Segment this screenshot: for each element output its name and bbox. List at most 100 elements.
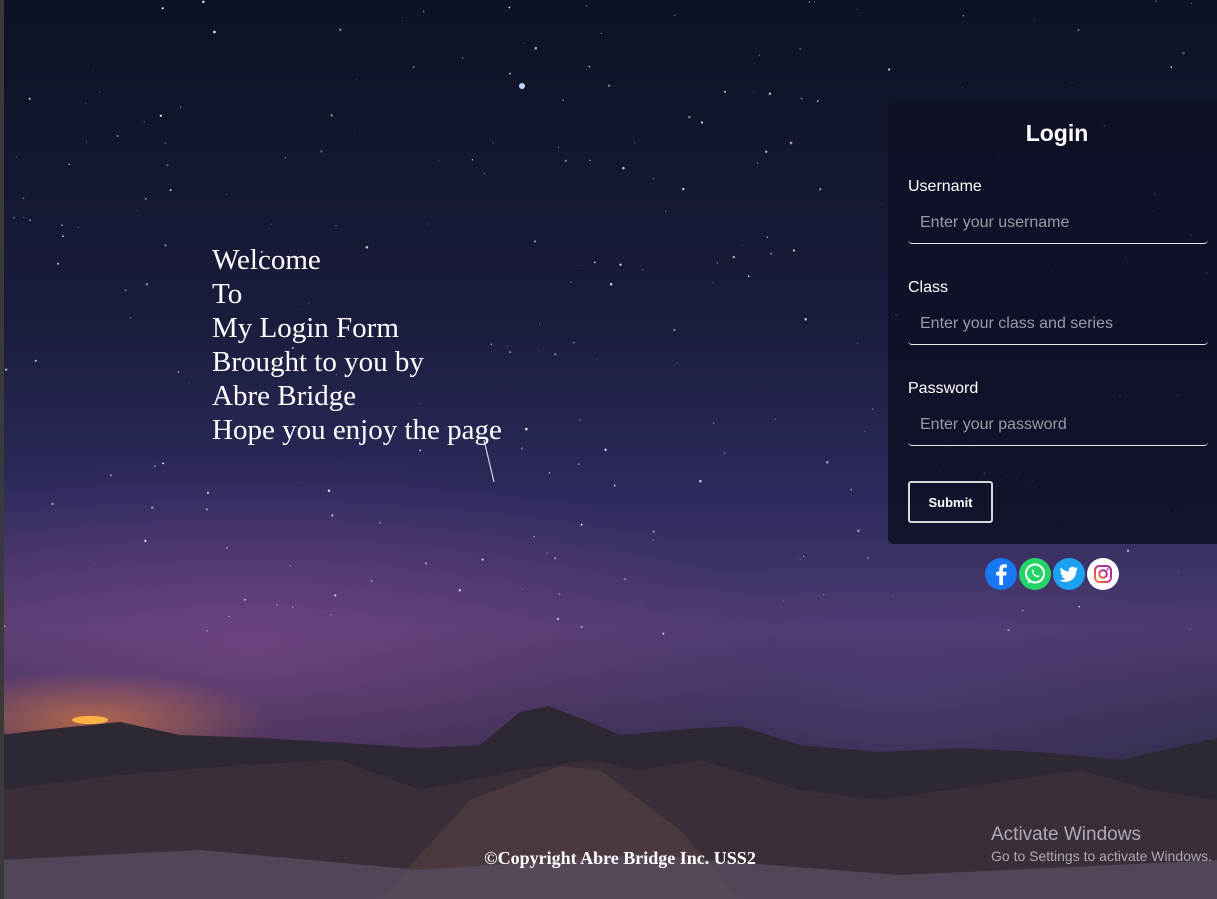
star [756, 162, 759, 164]
star [580, 523, 583, 526]
star [508, 6, 511, 9]
star [109, 474, 112, 477]
star [742, 245, 743, 247]
star [271, 223, 273, 225]
star [412, 66, 415, 69]
star [92, 69, 94, 71]
star [522, 588, 524, 590]
star [1078, 605, 1081, 608]
star [1021, 609, 1024, 612]
star [1071, 82, 1073, 84]
star [607, 84, 611, 87]
star [13, 216, 16, 219]
star [145, 282, 149, 286]
login-title: Login [1025, 120, 1089, 146]
star [419, 449, 422, 452]
star [712, 422, 715, 424]
star [292, 606, 294, 608]
star [800, 97, 803, 100]
welcome-message: Welcome To My Login Form Brought to you … [212, 243, 502, 447]
star [358, 638, 359, 640]
star [816, 100, 819, 103]
star [594, 261, 596, 264]
username-input[interactable] [908, 202, 1208, 244]
star [204, 23, 206, 25]
whatsapp-icon[interactable] [1019, 558, 1051, 590]
star [619, 263, 622, 266]
star [206, 491, 210, 495]
star [506, 346, 508, 348]
star [458, 589, 461, 592]
star [136, 209, 138, 211]
star [699, 479, 702, 483]
login-form: Login Username Class Password Submit [888, 100, 1217, 544]
star [819, 188, 822, 191]
star [370, 579, 373, 582]
star [423, 11, 425, 13]
star [580, 625, 583, 629]
instagram-icon[interactable] [1087, 558, 1119, 590]
welcome-line: Welcome [212, 244, 321, 276]
star [320, 150, 323, 153]
star [520, 447, 524, 450]
star [492, 142, 494, 144]
class-input[interactable] [908, 303, 1208, 345]
submit-button[interactable]: Submit [908, 481, 993, 523]
star [243, 598, 246, 601]
star [424, 562, 428, 565]
activate-windows-subtitle: Go to Settings to activate Windows. [991, 848, 1212, 864]
star [23, 217, 25, 219]
star [556, 617, 560, 621]
star [1188, 628, 1190, 631]
star [159, 114, 162, 117]
star [330, 114, 333, 117]
star [188, 382, 190, 384]
star [22, 197, 25, 200]
star [768, 92, 772, 95]
star [359, 131, 361, 132]
facebook-icon[interactable] [985, 558, 1017, 590]
star [151, 506, 154, 509]
star [803, 555, 805, 558]
star [34, 359, 37, 362]
star [180, 106, 182, 108]
star [300, 482, 301, 484]
star [753, 90, 755, 92]
star [673, 328, 676, 332]
star [554, 557, 557, 560]
star [789, 141, 793, 145]
star [276, 604, 278, 606]
star [481, 558, 484, 561]
star [688, 115, 691, 119]
star [1170, 66, 1173, 68]
star [867, 557, 869, 559]
star [1191, 2, 1192, 4]
star [596, 358, 598, 360]
star [652, 539, 654, 541]
star [700, 121, 704, 124]
star [723, 90, 726, 93]
star [86, 141, 88, 143]
star [857, 529, 860, 533]
star [1007, 628, 1010, 632]
star [534, 46, 538, 50]
star [169, 189, 172, 192]
star [581, 265, 583, 266]
star [534, 240, 536, 243]
star [758, 54, 761, 57]
welcome-line: Brought to you by [212, 346, 424, 378]
star [509, 351, 512, 354]
twitter-icon[interactable] [1053, 558, 1085, 590]
star [961, 87, 963, 88]
star [471, 159, 474, 161]
star [1126, 549, 1130, 552]
star [769, 252, 773, 255]
star [652, 530, 655, 533]
star [1077, 29, 1080, 32]
star [339, 28, 342, 31]
star [676, 362, 678, 364]
star [753, 63, 755, 64]
password-input[interactable] [908, 404, 1208, 446]
star [586, 5, 588, 7]
star [804, 318, 807, 321]
